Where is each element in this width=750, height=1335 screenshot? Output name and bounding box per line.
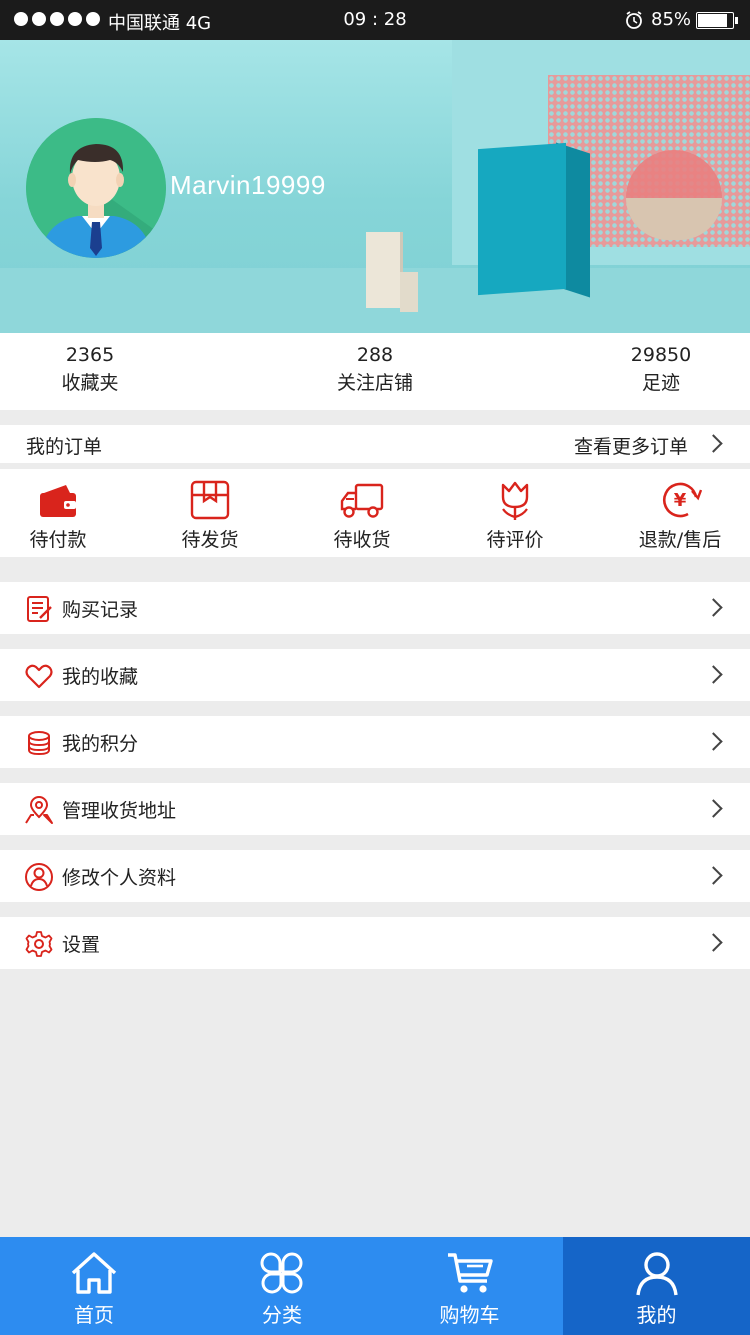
username[interactable]: Marvin19999	[170, 170, 326, 201]
chevron-right-icon	[704, 933, 723, 952]
my-orders-title: 我的订单	[26, 436, 103, 458]
yen-refund-icon: ¥	[663, 482, 702, 518]
menu-edit-profile[interactable]: 修改个人资料	[0, 850, 750, 902]
user-avatar-icon[interactable]	[26, 118, 166, 258]
cart-icon	[447, 1253, 493, 1293]
truck-icon	[340, 483, 384, 518]
purchase-record-icon	[27, 596, 52, 622]
order-status-label: 待付款	[29, 529, 87, 551]
gear-icon	[25, 931, 53, 957]
chevron-right-icon	[704, 866, 723, 885]
battery-icon	[696, 12, 738, 29]
chevron-right-icon	[704, 732, 723, 751]
location-pin-icon	[25, 796, 53, 824]
menu-my-favorites[interactable]: 我的收藏	[0, 649, 750, 701]
stat-footprints[interactable]: 29850 足迹	[571, 343, 750, 399]
chevron-right-icon	[704, 799, 723, 818]
order-refund-after-sale[interactable]: ¥ 退款/售后	[605, 469, 750, 557]
category-icon	[260, 1252, 303, 1294]
chevron-right-icon	[704, 434, 723, 453]
menu-manage-addresses[interactable]: 管理收货地址	[0, 783, 750, 835]
my-orders-header[interactable]: 我的订单 查看更多订单	[0, 425, 750, 463]
stat-value: 29850	[630, 344, 692, 366]
menu-label: 修改个人资料	[62, 867, 177, 889]
tab-mine[interactable]: 我的	[563, 1237, 750, 1335]
stat-favorites[interactable]: 2365 收藏夹	[0, 343, 180, 399]
menu-purchase-records[interactable]: 购买记录	[0, 582, 750, 634]
chevron-right-icon	[704, 665, 723, 684]
stat-label: 关注店铺	[336, 372, 413, 394]
battery-percent: 85%	[651, 9, 692, 30]
tab-label: 首页	[74, 1303, 114, 1327]
menu-label: 我的收藏	[62, 666, 139, 688]
menu-label: 我的积分	[62, 733, 139, 755]
heart-icon	[25, 664, 53, 689]
user-icon	[635, 1252, 678, 1296]
tab-label: 分类	[262, 1303, 302, 1327]
status-bar: 中国联通 4G 09 : 28 85%	[0, 0, 750, 40]
order-status-row: 待付款 待发货 待收货 待评价 ¥ 退款/售后	[0, 469, 750, 557]
tab-label: 购物车	[439, 1303, 500, 1327]
menu-label: 管理收货地址	[62, 800, 177, 822]
package-icon	[190, 480, 230, 520]
view-more-orders-link[interactable]: 查看更多订单	[574, 432, 688, 459]
menu-label: 购买记录	[62, 599, 139, 621]
stat-label: 收藏夹	[61, 372, 119, 394]
order-status-label: 待评价	[486, 529, 544, 551]
home-icon	[71, 1252, 117, 1294]
bottom-tab-bar: 首页 分类 购物车 我的	[0, 1237, 750, 1335]
profile-banner: Marvin19999	[0, 40, 750, 333]
stat-value: 2365	[65, 344, 115, 366]
order-status-label: 退款/售后	[638, 529, 722, 551]
order-status-label: 待收货	[333, 529, 391, 551]
wallet-icon	[40, 485, 76, 517]
stat-label: 足迹	[641, 372, 680, 394]
order-status-label: 待发货	[181, 529, 239, 551]
tab-cart[interactable]: 购物车	[376, 1237, 563, 1335]
svg-text:¥: ¥	[674, 490, 687, 511]
order-pending-review[interactable]: 待评价	[440, 469, 590, 557]
profile-edit-icon	[25, 863, 53, 891]
menu-label: 设置	[62, 934, 101, 956]
order-pending-payment[interactable]: 待付款	[0, 469, 133, 557]
stats-bar: 2365 收藏夹 288 关注店铺 29850 足迹	[0, 333, 750, 410]
tab-category[interactable]: 分类	[188, 1237, 376, 1335]
alarm-icon	[626, 11, 642, 29]
order-pending-shipment[interactable]: 待发货	[135, 469, 285, 557]
stat-followed-shops[interactable]: 288 关注店铺	[285, 343, 465, 399]
tab-label: 我的	[636, 1303, 677, 1327]
order-pending-receipt[interactable]: 待收货	[287, 469, 437, 557]
flower-icon	[501, 481, 529, 520]
menu-settings[interactable]: 设置	[0, 917, 750, 969]
chevron-right-icon	[704, 598, 723, 617]
tab-home[interactable]: 首页	[0, 1237, 188, 1335]
stat-value: 288	[356, 344, 394, 366]
menu-my-points[interactable]: 我的积分	[0, 716, 750, 768]
coins-icon	[28, 731, 50, 756]
